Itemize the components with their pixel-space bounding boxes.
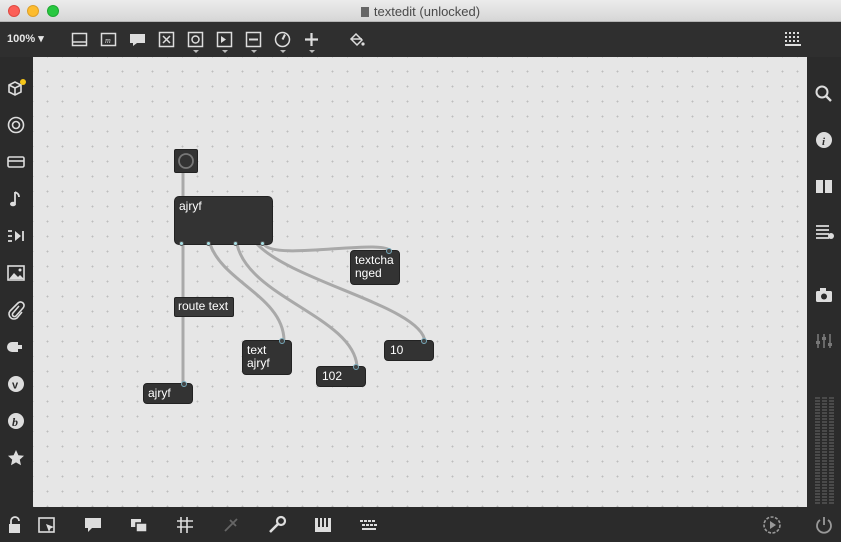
computer-keyboard-icon[interactable]: [359, 515, 379, 535]
music-note-icon[interactable]: [6, 189, 26, 209]
patch-cords: [181, 169, 427, 386]
audio-level-meter-right: [829, 397, 834, 505]
snapshot-camera-icon[interactable]: [814, 285, 834, 305]
outlet[interactable]: [206, 241, 211, 246]
presentation-mode-icon[interactable]: [37, 515, 57, 535]
text-ajryf-message[interactable]: text ajryf: [242, 338, 292, 375]
new-message-icon[interactable]: m: [100, 31, 117, 48]
outlet[interactable]: [233, 241, 238, 246]
patcher-canvas[interactable]: ajryf route text textcha nged text ajryf…: [33, 57, 807, 507]
top-toolbar: 100% ▾ m: [0, 22, 841, 57]
browser-icon[interactable]: [6, 115, 26, 135]
presentation-grid-icon[interactable]: [784, 31, 801, 48]
plugin-icon[interactable]: [6, 337, 26, 357]
add-object-icon[interactable]: [303, 31, 320, 53]
package-manager-icon[interactable]: [6, 78, 26, 98]
window-title: textedit (unlocked): [373, 4, 481, 19]
svg-text:b: b: [12, 415, 18, 429]
beap-icon[interactable]: b: [6, 411, 26, 431]
inlet[interactable]: [421, 338, 427, 344]
audio-power-icon[interactable]: [814, 515, 834, 535]
bang-button[interactable]: [174, 149, 198, 173]
right-sidebar: i: [807, 57, 841, 507]
textchanged-message[interactable]: textcha nged: [350, 248, 400, 285]
paperclip-icon[interactable]: [6, 300, 26, 320]
route-object[interactable]: route text: [174, 297, 234, 317]
favorites-star-icon[interactable]: [6, 448, 26, 468]
number-box-10[interactable]: 10: [384, 338, 434, 361]
lock-icon[interactable]: [6, 515, 26, 535]
new-dial-icon[interactable]: [274, 31, 291, 53]
zoom-menu[interactable]: 100% ▾: [7, 32, 44, 45]
piano-keyboard-icon[interactable]: [313, 515, 333, 535]
reference-book-icon[interactable]: [814, 176, 834, 196]
textchanged-label: textcha nged: [355, 253, 394, 280]
svg-text:v: v: [12, 380, 19, 392]
window-title-container: textedit (unlocked): [0, 4, 841, 19]
inlet[interactable]: [353, 364, 359, 370]
bottom-toolbar: [0, 507, 841, 542]
zoom-value: 100%: [7, 33, 36, 45]
inlet[interactable]: [386, 248, 392, 254]
debug-icon: [221, 515, 241, 535]
output-ajryf-label: ajryf: [148, 386, 171, 400]
bang-circle-icon: [178, 153, 194, 169]
playlist-icon[interactable]: [6, 226, 26, 246]
new-object-icon[interactable]: [71, 31, 88, 48]
media-browser-icon[interactable]: [6, 152, 26, 172]
text-ajryf-label: text ajryf: [247, 343, 270, 370]
transport-play-icon[interactable]: [762, 515, 782, 535]
mixer-sliders-icon[interactable]: [814, 331, 834, 351]
grid-icon[interactable]: [175, 515, 195, 535]
route-object-label: route text: [178, 299, 229, 313]
image-icon[interactable]: [6, 263, 26, 283]
paint-bucket-icon[interactable]: [348, 31, 365, 48]
number-102-value: 102: [322, 369, 343, 383]
audio-level-meter-left: [815, 397, 820, 505]
textedit-object[interactable]: ajryf: [174, 196, 273, 246]
number-box-102[interactable]: 102: [316, 364, 366, 387]
left-sidebar: v b: [0, 57, 33, 507]
textedit-content: ajryf: [179, 199, 202, 213]
inlet[interactable]: [181, 381, 187, 387]
number-10-value: 10: [390, 343, 404, 357]
new-slider-icon[interactable]: [245, 31, 262, 53]
new-comment-icon[interactable]: [129, 31, 146, 48]
document-icon: [360, 7, 369, 17]
windows-icon[interactable]: [129, 515, 149, 535]
new-button-icon[interactable]: [158, 31, 175, 48]
output-ajryf-message[interactable]: ajryf: [143, 381, 193, 404]
outlet[interactable]: [179, 241, 184, 246]
wrench-icon[interactable]: [267, 515, 287, 535]
search-icon[interactable]: [814, 84, 834, 104]
audio-level-meter-center: [822, 397, 827, 505]
comment-icon[interactable]: [83, 515, 103, 535]
new-toggle-icon[interactable]: [187, 31, 204, 53]
vizzie-icon[interactable]: v: [6, 374, 26, 394]
info-icon[interactable]: i: [814, 130, 834, 150]
title-bar: textedit (unlocked): [0, 0, 841, 22]
outlet[interactable]: [260, 241, 265, 246]
console-list-icon[interactable]: [814, 222, 834, 242]
svg-text:m: m: [105, 36, 111, 45]
new-number-icon[interactable]: [216, 31, 233, 53]
inlet[interactable]: [279, 338, 285, 344]
